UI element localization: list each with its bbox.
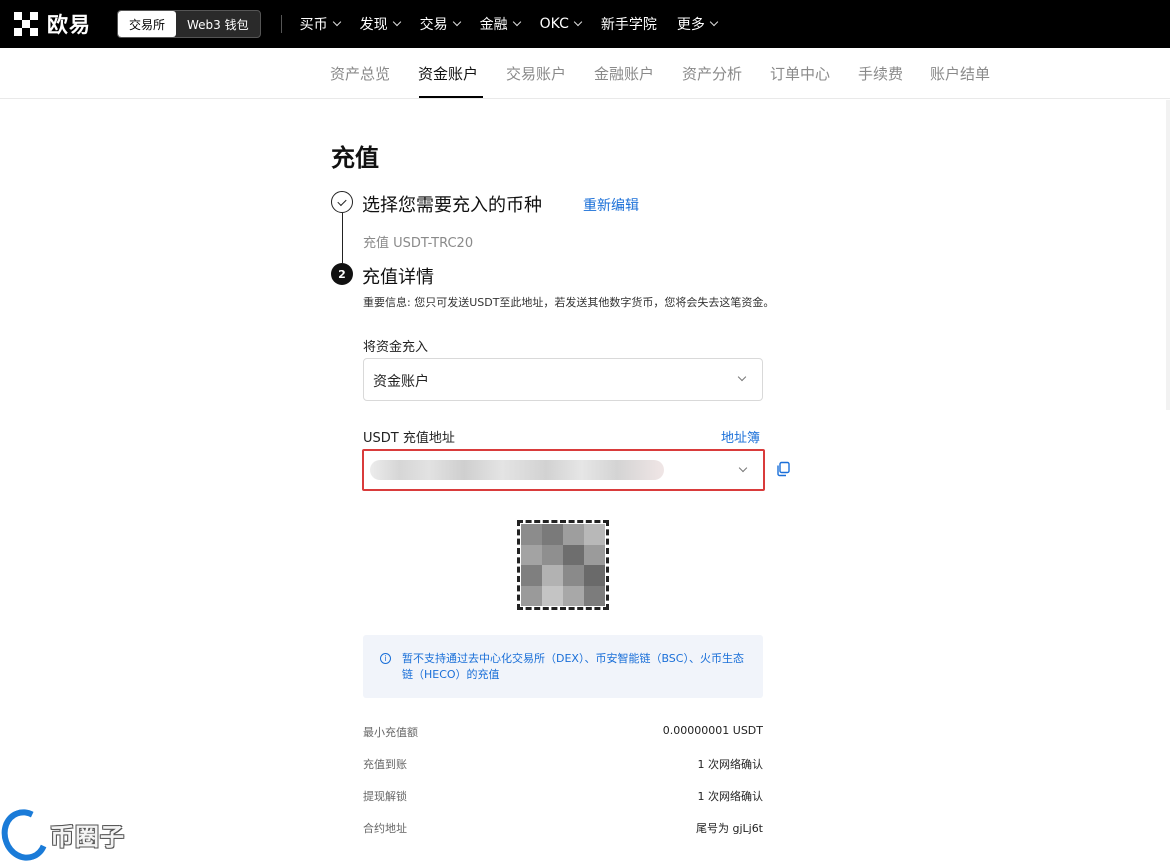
web3-wallet-mode-button[interactable]: Web3 钱包 [176, 11, 260, 37]
mode-switch: 交易所 Web3 钱包 [117, 10, 261, 38]
tab-order-center[interactable]: 订单中心 [770, 63, 830, 84]
chevron-down-icon [512, 17, 521, 27]
chevron-down-icon [573, 17, 583, 27]
site-watermark: 币圈子 [0, 802, 150, 863]
copy-icon[interactable] [775, 461, 791, 477]
deposit-arrival-label: 充值到账 [363, 758, 407, 771]
logo-icon [14, 12, 38, 36]
selected-coin-summary: 充值 USDT-TRC20 [363, 236, 474, 251]
nav-discover[interactable]: 发现 [360, 14, 401, 34]
okx-logo[interactable]: 欧易 [14, 9, 91, 39]
withdraw-unlock-value: 1 次网络确认 [697, 790, 764, 803]
asset-sub-nav: 资产总览 资金账户 交易账户 金融账户 资产分析 订单中心 手续费 账户结单 [0, 48, 1170, 99]
page-title: 充值 [331, 144, 379, 172]
notice-text: 暂不支持通过去中心化交易所（DEX）、币安智能链（BSC）、火币生态链（HECO… [402, 652, 744, 681]
nav-buy-crypto[interactable]: 买币 [300, 14, 341, 34]
tab-finance-account[interactable]: 金融账户 [594, 63, 654, 84]
deposit-address-select[interactable] [362, 449, 765, 491]
min-deposit-label: 最小充值额 [363, 726, 418, 739]
step-connector-line [342, 213, 343, 263]
watermark-logo-icon [0, 802, 56, 863]
tab-account-statement[interactable]: 账户结单 [930, 63, 990, 84]
step-1-complete-indicator [331, 191, 353, 213]
re-edit-link[interactable]: 重新编辑 [583, 195, 639, 215]
chevron-down-icon [709, 17, 719, 27]
nav-beginner-academy[interactable]: 新手学院 [601, 14, 657, 34]
step-2-title: 充值详情 [362, 267, 434, 288]
account-select-value: 资金账户 [373, 374, 429, 390]
nav-trade[interactable]: 交易 [420, 14, 461, 34]
info-icon: i [380, 653, 391, 664]
account-select[interactable]: 资金账户 [363, 358, 763, 401]
active-tab-indicator [419, 96, 483, 98]
tab-asset-overview[interactable]: 资产总览 [330, 63, 390, 84]
deposit-address-label: USDT 充值地址 [363, 431, 455, 446]
nav-finance[interactable]: 金融 [480, 14, 521, 34]
chevron-down-icon [392, 17, 401, 27]
chevron-down-icon [332, 17, 341, 27]
nav-okc[interactable]: OKC [540, 16, 583, 32]
brand-name: 欧易 [47, 13, 91, 37]
tab-funding-account[interactable]: 资金账户 [418, 63, 478, 84]
chevron-down-icon [452, 17, 461, 27]
blurred-address [370, 460, 664, 480]
deposit-qr-code [517, 520, 609, 610]
check-icon [337, 196, 347, 206]
tab-fees[interactable]: 手续费 [858, 63, 903, 84]
address-book-link[interactable]: 地址簿 [721, 427, 760, 446]
step-2-indicator: 2 [331, 263, 353, 285]
step-1-title: 选择您需要充入的币种 [362, 195, 542, 216]
tab-trading-account[interactable]: 交易账户 [506, 63, 566, 84]
nav-more[interactable]: 更多 [677, 14, 719, 34]
scrollbar-track[interactable] [1166, 100, 1170, 410]
important-warning-text: 重要信息: 您只可发送USDT至此地址，若发送其他数字货币，您将会失去这笔资金。 [363, 296, 775, 309]
contract-address-label: 合约地址 [363, 822, 407, 835]
contract-address-value: 尾号为 gjLj6t [695, 822, 763, 835]
watermark-text: 币圈子 [50, 823, 125, 851]
chevron-down-icon [738, 463, 748, 473]
deposit-to-account-label: 将资金充入 [363, 340, 429, 355]
chevron-down-icon [737, 372, 747, 382]
tab-asset-analysis[interactable]: 资产分析 [682, 63, 742, 84]
top-navbar: 欧易 交易所 Web3 钱包 买币 发现 交易 金融 OKC 新手学院 更多 [0, 0, 1170, 48]
nav-divider [280, 15, 282, 33]
unsupported-networks-notice: i 暂不支持通过去中心化交易所（DEX）、币安智能链（BSC）、火币生态链（HE… [363, 635, 763, 698]
min-deposit-value: 0.00000001 USDT [662, 724, 763, 737]
exchange-mode-button[interactable]: 交易所 [118, 11, 177, 37]
deposit-arrival-value: 1 次网络确认 [697, 758, 764, 771]
withdraw-unlock-label: 提现解锁 [363, 790, 407, 803]
